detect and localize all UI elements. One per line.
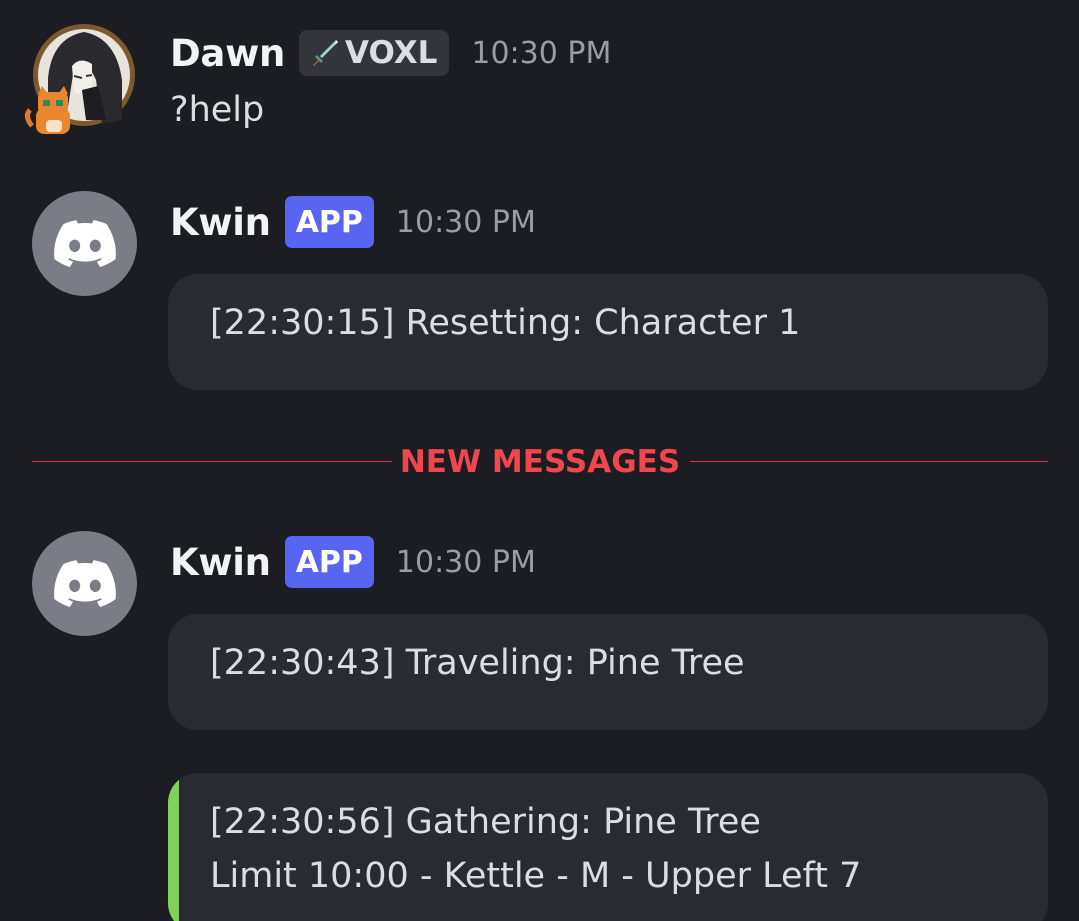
timestamp: 10:30 PM [395,204,536,240]
sword-icon [313,40,339,66]
app-badge: APP [284,536,374,588]
username[interactable]: Kwin [170,201,271,244]
embed: [22:30:43] Traveling: Pine Tree [168,614,1048,730]
message-header: Dawn VOXL 10:30 PM [170,30,611,76]
username[interactable]: Dawn [170,32,285,75]
message-header: Kwin APP 10:30 PM [170,196,536,248]
bot-avatar[interactable] [32,531,137,636]
embed: [22:30:15] Resetting: Character 1 [168,274,1048,390]
embed: [22:30:56] Gathering: Pine Tree Limit 10… [168,773,1048,921]
new-messages-divider: NEW MESSAGES [32,438,1048,486]
embed-title: [22:30:56] Gathering: Pine Tree [210,802,761,842]
discord-logo-icon [53,219,116,267]
timestamp: 10:30 PM [471,35,612,71]
bot-avatar[interactable] [32,191,137,296]
message-content: ?help [170,90,265,130]
embed-text: [22:30:43] Traveling: Pine Tree [210,643,745,683]
timestamp: 10:30 PM [395,544,536,580]
chat-view: Dawn VOXL 10:30 PM ?help Kwin APP 10:30 … [0,0,1079,921]
app-badge: APP [284,196,374,248]
guild-tag[interactable]: VOXL [299,30,450,76]
embed-text: [22:30:15] Resetting: Character 1 [210,303,801,343]
new-messages-label: NEW MESSAGES [399,444,681,480]
discord-logo-icon [53,559,116,607]
embed-description: Limit 10:00 - Kettle - M - Upper Left 7 [210,856,862,896]
divider-line [690,461,1048,462]
user-avatar[interactable] [22,20,140,138]
guild-tag-label: VOXL [345,35,438,71]
message-header: Kwin APP 10:30 PM [170,536,536,588]
username[interactable]: Kwin [170,541,271,584]
